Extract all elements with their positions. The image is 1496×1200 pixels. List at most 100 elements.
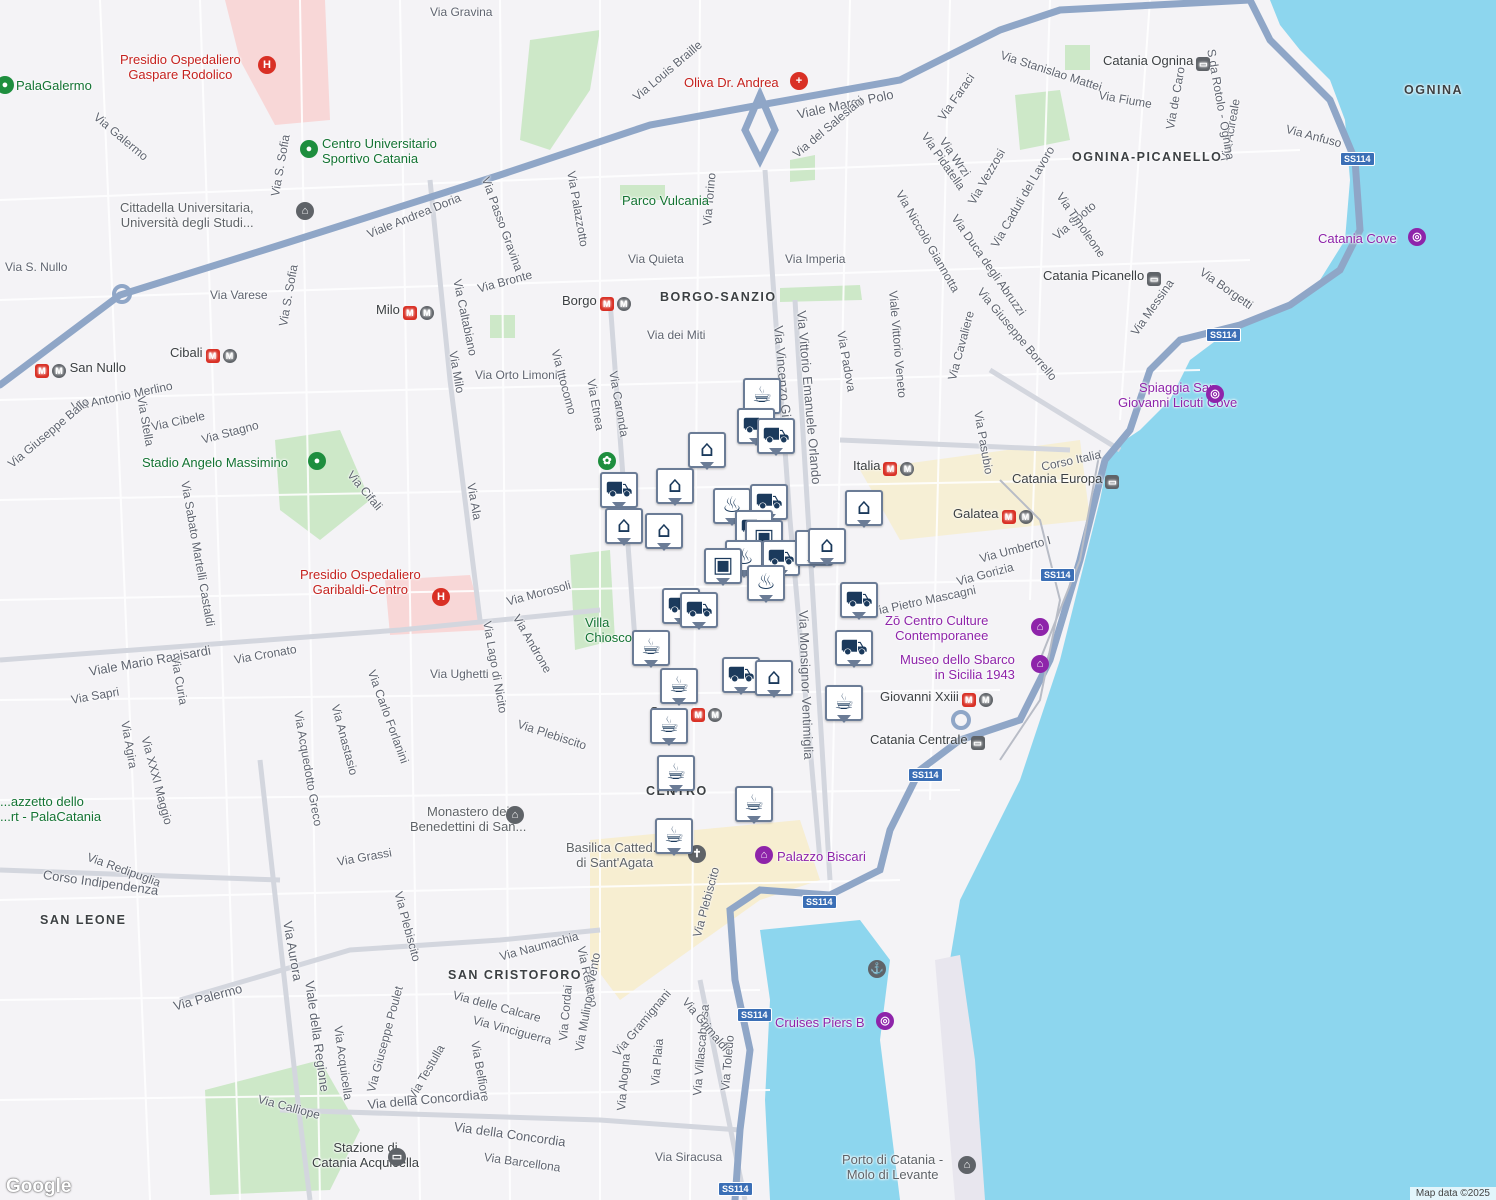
attraction-icon[interactable]: ◎: [1408, 228, 1426, 246]
university-icon[interactable]: ⌂: [296, 202, 314, 220]
poi-parco-vulcania[interactable]: Parco Vulcania: [622, 193, 709, 208]
poi-cittadella[interactable]: Cittadella Universitaria, Università deg…: [120, 200, 254, 230]
metro-label: Catania Picanello: [1043, 268, 1145, 283]
map-marker-coffee[interactable]: ☕: [660, 668, 698, 708]
station-catania-centrale[interactable]: Catania Centrale ▭: [870, 732, 985, 750]
metro-italia[interactable]: Italia M M: [853, 458, 915, 476]
attraction-icon[interactable]: ◎: [876, 1012, 894, 1030]
metro-cibali[interactable]: Cibali M M: [170, 345, 237, 363]
map-marker-coffee[interactable]: ☕: [735, 786, 773, 826]
coffee-cup-icon: ☕: [641, 635, 661, 660]
ferry-icon[interactable]: ⚓: [868, 960, 886, 978]
poi-presidio-garibaldi[interactable]: Presidio Ospedaliero Garibaldi-Centro: [300, 567, 421, 597]
road-shield: SS114: [1340, 152, 1375, 166]
map-marker-cart[interactable]: ⛟: [680, 592, 718, 632]
graduation-cap-icon: ⌂: [820, 533, 834, 558]
attraction-icon[interactable]: ◎: [1206, 385, 1224, 403]
poi-centro-universitario[interactable]: Centro Universitario Sportivo Catania: [322, 136, 437, 166]
hospital-icon[interactable]: H: [258, 56, 276, 74]
museum-icon[interactable]: ⌂: [1031, 655, 1049, 673]
poi-label: Museo dello Sbarco in Sicilia 1943: [900, 652, 1015, 682]
map-marker-coffee[interactable]: ☕: [650, 708, 688, 748]
metro-label: Galatea: [953, 506, 999, 521]
map-marker-school[interactable]: ⌂: [645, 513, 683, 553]
map-marker-school[interactable]: ⌂: [755, 660, 793, 700]
map-attribution[interactable]: Map data ©2025: [1409, 1187, 1496, 1200]
poi-presidio-rodolico[interactable]: Presidio Ospedaliero Gaspare Rodolico: [120, 52, 241, 82]
metro-giovanni-xxiii[interactable]: Giovanni Xxiii M M: [880, 689, 993, 707]
map-marker-coffee[interactable]: ☕: [825, 685, 863, 725]
commercial-area-2: [860, 440, 1090, 540]
medical-icon[interactable]: +: [790, 72, 808, 90]
station-catania-europa[interactable]: Catania Europa ▭: [1012, 471, 1120, 489]
museum-icon[interactable]: ⌂: [1031, 618, 1049, 636]
train-icon: ▭: [1147, 272, 1162, 286]
shopping-cart-icon: ⛟: [605, 477, 633, 502]
metro-icon: M: [961, 693, 976, 707]
graduation-cap-icon: ⌂: [617, 513, 631, 538]
map-marker-coffee[interactable]: ☕: [657, 755, 695, 795]
poi-catania-cove[interactable]: Catania Cove: [1318, 231, 1397, 246]
poi-porto[interactable]: Porto di Catania - Molo di Levante: [842, 1152, 943, 1182]
map-marker-school[interactable]: ⌂: [656, 468, 694, 508]
map-marker-cart[interactable]: ⛟: [600, 472, 638, 512]
poi-oliva[interactable]: Oliva Dr. Andrea: [684, 75, 779, 90]
station-catania-picanello[interactable]: Catania Picanello ▭: [1043, 268, 1162, 286]
poi-zo-centro[interactable]: Zō Centro Culture Contemporanee: [885, 613, 988, 643]
map-marker-school[interactable]: ⌂: [605, 508, 643, 548]
metro-label: Catania Centrale: [870, 732, 968, 747]
landmark-icon[interactable]: ⌂: [958, 1156, 976, 1174]
road-shield: SS114: [802, 895, 837, 909]
metro-icon: M: [1018, 510, 1033, 524]
poi-basilica[interactable]: Basilica Catted... di Sant'Agata: [566, 840, 664, 870]
poi-palazzo-biscari[interactable]: Palazzo Biscari: [777, 849, 866, 864]
train-icon[interactable]: ▭: [388, 1148, 406, 1166]
map-marker-bag[interactable]: ▣: [704, 548, 742, 588]
google-logo: Google: [6, 1176, 72, 1197]
map-marker-cart[interactable]: ⛟: [840, 582, 878, 622]
roundabout-2: [951, 710, 971, 730]
metro-icon: M: [402, 306, 417, 320]
map-marker-coffee[interactable]: ☕: [632, 630, 670, 670]
poi-stadio[interactable]: Stadio Angelo Massimino: [142, 455, 288, 470]
metro-san-nullo[interactable]: MM San Nullo: [32, 360, 126, 378]
coffee-cup-icon: ☕: [664, 823, 684, 848]
graduation-cap-icon: ⌂: [857, 495, 871, 520]
metro-icon: M: [708, 708, 723, 722]
poi-cruises[interactable]: Cruises Piers B: [775, 1015, 865, 1030]
street-label: Via Siracusa: [655, 1150, 723, 1164]
map-marker-school[interactable]: ⌂: [808, 528, 846, 568]
map-marker-food[interactable]: ♨: [747, 565, 785, 605]
metro-milo[interactable]: Milo M M: [376, 302, 434, 320]
hospital-icon[interactable]: H: [432, 588, 450, 606]
poi-museo-sbarco[interactable]: Museo dello Sbarco in Sicilia 1943: [900, 652, 1015, 682]
stadium-icon[interactable]: ●: [308, 452, 326, 470]
map-marker-coffee[interactable]: ☕: [655, 818, 693, 858]
street-label: Via S. Nullo: [5, 260, 68, 274]
map-marker-school[interactable]: ⌂: [688, 432, 726, 472]
museum-icon[interactable]: ⌂: [755, 846, 773, 864]
station-catania-ognina[interactable]: Catania Ognina ▭: [1103, 53, 1211, 71]
district-san-leone: SAN LEONE: [40, 913, 127, 927]
metro-galatea[interactable]: Galatea M M: [953, 506, 1033, 524]
poi-palazzetto[interactable]: ...azzetto dello ...rt - PalaCatania: [0, 794, 101, 824]
street-label: Via dei Miti: [647, 328, 706, 342]
map-marker-school[interactable]: ⌂: [845, 490, 883, 530]
poi-label: Presidio Ospedaliero Garibaldi-Centro: [300, 567, 421, 597]
district-ognina: OGNINA: [1404, 83, 1463, 97]
road-shield: SS114: [718, 1182, 753, 1196]
poi-palagalermo[interactable]: PalaGalermo: [16, 78, 92, 93]
shopping-cart-icon: ⛟: [727, 662, 755, 687]
park-icon[interactable]: ✿: [598, 452, 616, 470]
sports-icon[interactable]: ●: [300, 140, 318, 158]
graduation-cap-icon: ⌂: [668, 473, 682, 498]
map-marker-cart[interactable]: ⛟: [757, 418, 795, 458]
road-shield: SS114: [1206, 328, 1241, 342]
district-san-cristoforo: SAN CRISTOFORO: [448, 968, 582, 982]
coffee-cup-icon: ☕: [744, 791, 764, 816]
map-marker-cart[interactable]: ⛟: [835, 630, 873, 670]
train-icon: ▭: [970, 736, 985, 750]
museum-icon[interactable]: ⌂: [506, 806, 524, 824]
train-icon: ▭: [1105, 475, 1120, 489]
metro-borgo[interactable]: Borgo M M: [562, 293, 631, 311]
